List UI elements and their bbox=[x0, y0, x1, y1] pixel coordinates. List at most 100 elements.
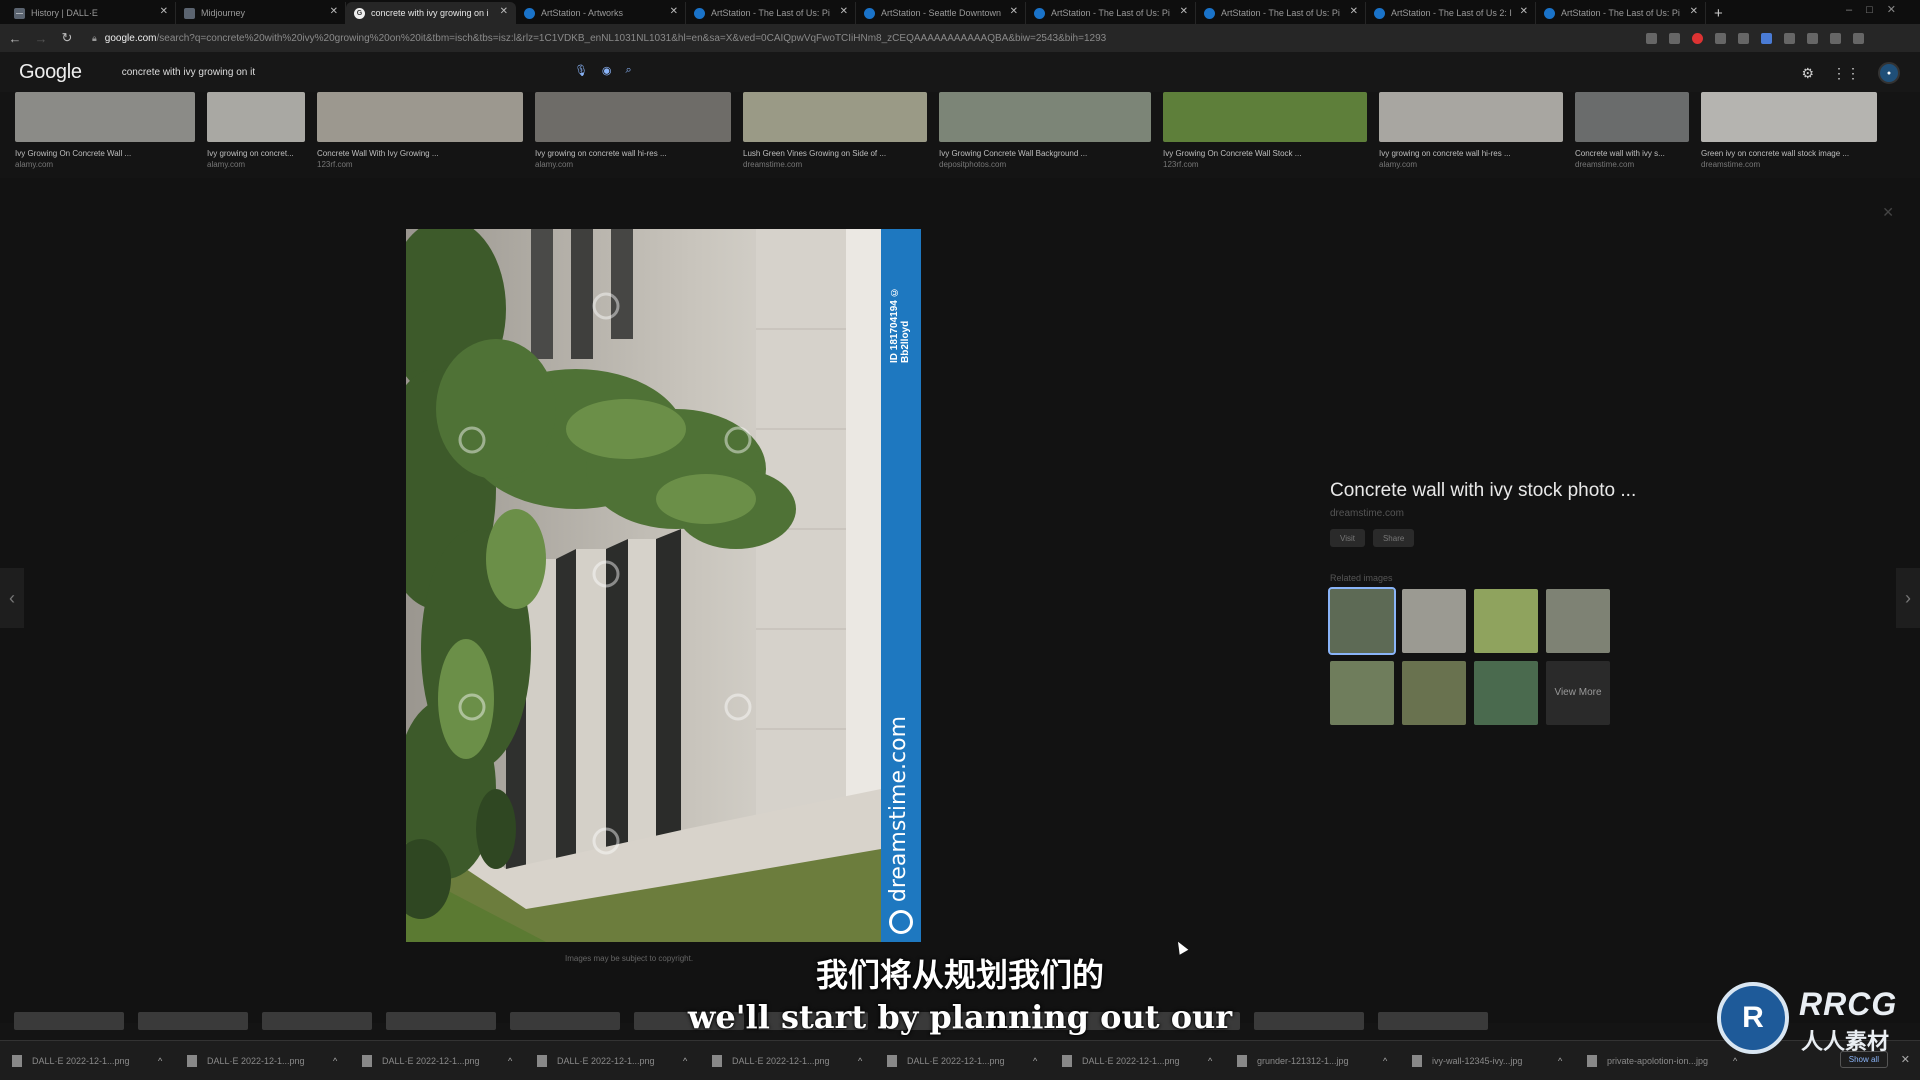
url-field[interactable]: 🔒︎ google.com/search?q=concrete%20with%2… bbox=[92, 28, 1632, 48]
download-item[interactable]: DALL·E 2022-12-1...png ^ bbox=[1062, 1054, 1237, 1067]
close-icon[interactable]: ✕ bbox=[1882, 204, 1894, 221]
related-image[interactable] bbox=[1328, 587, 1396, 655]
next-arrow-icon[interactable]: › bbox=[1896, 568, 1920, 628]
settings-gear-icon[interactable]: ⚙ bbox=[1801, 65, 1814, 82]
preview-image[interactable]: ID 181704194 © Bb2lloyd dreamstime.com bbox=[406, 229, 921, 942]
image-result[interactable]: Lush Green Vines Growing on Side of ... d… bbox=[743, 92, 927, 176]
view-more-button[interactable]: View More bbox=[1546, 661, 1610, 725]
tab-dalle[interactable]: — History | DALL·E ✕ bbox=[6, 2, 176, 24]
chevron-up-icon[interactable]: ^ bbox=[158, 1056, 162, 1066]
extension-blue-icon[interactable] bbox=[1761, 32, 1772, 44]
star-icon[interactable] bbox=[1669, 32, 1680, 44]
sidebar-icon[interactable] bbox=[1807, 32, 1818, 44]
chevron-up-icon[interactable]: ^ bbox=[1208, 1056, 1212, 1066]
close-icon[interactable]: ✕ bbox=[500, 6, 508, 17]
tab-artstation[interactable]: ArtStation - The Last of Us: Pi ✕ bbox=[1196, 2, 1366, 24]
image-result[interactable]: Ivy growing on concrete wall hi-res ... a… bbox=[1379, 92, 1563, 176]
preview-title[interactable]: Concrete wall with ivy stock photo ... bbox=[1330, 480, 1730, 502]
download-item[interactable]: DALL·E 2022-12-1...png ^ bbox=[187, 1054, 362, 1067]
download-item[interactable]: DALL·E 2022-12-1...png ^ bbox=[712, 1054, 887, 1067]
result-title[interactable]: Ivy growing on concrete wall hi-res ... bbox=[1379, 149, 1563, 158]
chevron-up-icon[interactable]: ^ bbox=[508, 1056, 512, 1066]
result-title[interactable]: Concrete Wall With Ivy Growing ... bbox=[317, 149, 523, 158]
result-title[interactable]: Lush Green Vines Growing on Side of ... bbox=[743, 149, 927, 158]
download-item[interactable]: DALL·E 2022-12-1...png ^ bbox=[887, 1054, 1062, 1067]
image-result[interactable]: Ivy Growing Concrete Wall Background ...… bbox=[939, 92, 1151, 176]
image-result[interactable]: Ivy Growing On Concrete Wall Stock ... 12… bbox=[1163, 92, 1367, 176]
extension-red-icon[interactable] bbox=[1692, 32, 1703, 44]
result-thumbnail[interactable] bbox=[317, 92, 523, 142]
avatar[interactable]: ● bbox=[1878, 62, 1900, 84]
related-image[interactable] bbox=[1474, 661, 1538, 725]
tab-artstation[interactable]: ArtStation - Seattle Downtown ✕ bbox=[856, 2, 1026, 24]
menu-dots-icon[interactable] bbox=[1853, 32, 1864, 44]
window-controls[interactable]: –□✕ bbox=[1846, 3, 1910, 16]
tab-artstation[interactable]: ArtStation - The Last of Us 2: I ✕ bbox=[1366, 2, 1536, 24]
close-icon[interactable]: ✕ bbox=[1350, 6, 1358, 17]
visit-button[interactable]: Visit bbox=[1330, 529, 1365, 547]
result-title[interactable]: Ivy Growing On Concrete Wall Stock ... bbox=[1163, 149, 1367, 158]
result-title[interactable]: Ivy growing on concrete wall hi-res ... bbox=[535, 149, 731, 158]
result-title[interactable]: Ivy Growing On Concrete Wall ... bbox=[15, 149, 195, 158]
close-icon[interactable]: ✕ bbox=[330, 6, 338, 17]
result-thumbnail[interactable] bbox=[743, 92, 927, 142]
result-title[interactable]: Ivy growing on concret... bbox=[207, 149, 305, 158]
related-image[interactable] bbox=[1474, 589, 1538, 653]
chevron-up-icon[interactable]: ^ bbox=[1383, 1056, 1387, 1066]
image-result[interactable]: Concrete wall with ivy s... dreamstime.co… bbox=[1575, 92, 1689, 176]
download-item[interactable]: ivy-wall-12345-ivy...jpg ^ bbox=[1412, 1054, 1587, 1067]
previous-arrow-icon[interactable]: ‹ bbox=[0, 568, 24, 628]
share-icon[interactable] bbox=[1646, 32, 1657, 44]
search-icon[interactable]: ⌕ bbox=[626, 64, 632, 77]
download-item[interactable]: grunder-121312-1...jpg ^ bbox=[1237, 1054, 1412, 1067]
download-item[interactable]: DALL·E 2022-12-1...png ^ bbox=[12, 1054, 187, 1067]
profile-icon[interactable] bbox=[1830, 32, 1841, 44]
download-item[interactable]: DALL·E 2022-12-1...png ^ bbox=[537, 1054, 712, 1067]
reload-icon[interactable]: ↻ bbox=[56, 30, 78, 46]
result-thumbnail[interactable] bbox=[1701, 92, 1877, 142]
close-icon[interactable]: ✕ bbox=[840, 6, 848, 17]
close-icon[interactable]: ✕ bbox=[1180, 6, 1188, 17]
new-tab-button[interactable]: + bbox=[1706, 5, 1731, 24]
chevron-up-icon[interactable]: ^ bbox=[1033, 1056, 1037, 1066]
extension-check-icon[interactable] bbox=[1715, 32, 1726, 44]
result-title[interactable]: Ivy Growing Concrete Wall Background ... bbox=[939, 149, 1151, 158]
image-result[interactable]: Green ivy on concrete wall stock image .… bbox=[1701, 92, 1877, 176]
result-thumbnail[interactable] bbox=[207, 92, 305, 142]
close-icon[interactable]: ✕ bbox=[1010, 6, 1018, 17]
result-thumbnail[interactable] bbox=[15, 92, 195, 142]
image-result[interactable]: Ivy growing on concrete wall hi-res ... a… bbox=[535, 92, 731, 176]
puzzle-icon[interactable] bbox=[1784, 32, 1795, 44]
download-item[interactable]: DALL·E 2022-12-1...png ^ bbox=[362, 1054, 537, 1067]
forward-arrow-icon[interactable]: → bbox=[30, 31, 52, 46]
tab-artstation[interactable]: ArtStation - The Last of Us: Pi ✕ bbox=[686, 2, 856, 24]
image-result[interactable]: Ivy growing on concret... alamy.com bbox=[207, 92, 305, 176]
lens-icon[interactable]: ◉ bbox=[602, 64, 612, 77]
tab-midjourney[interactable]: Midjourney ✕ bbox=[176, 2, 346, 24]
tab-google-search[interactable]: Gconcrete with ivy growing on i ✕ bbox=[346, 2, 516, 24]
image-result[interactable]: Ivy Growing On Concrete Wall ... alamy.co… bbox=[15, 92, 195, 176]
result-thumbnail[interactable] bbox=[1163, 92, 1367, 142]
preview-source[interactable]: dreamstime.com bbox=[1330, 508, 1730, 519]
result-thumbnail[interactable] bbox=[1575, 92, 1689, 142]
result-thumbnail[interactable] bbox=[1379, 92, 1563, 142]
apps-grid-icon[interactable]: ⋮⋮ bbox=[1832, 65, 1860, 82]
close-icon[interactable]: ✕ bbox=[160, 6, 168, 17]
result-title[interactable]: Concrete wall with ivy s... bbox=[1575, 149, 1689, 158]
share-button[interactable]: Share bbox=[1372, 529, 1415, 547]
result-thumbnail[interactable] bbox=[535, 92, 731, 142]
google-logo[interactable]: Google bbox=[19, 61, 82, 84]
close-icon[interactable]: ✕ bbox=[670, 6, 678, 17]
tab-artstation[interactable]: ArtStation - Artworks ✕ bbox=[516, 2, 686, 24]
result-thumbnail[interactable] bbox=[939, 92, 1151, 142]
close-icon[interactable]: ✕ bbox=[1520, 6, 1528, 17]
related-image[interactable] bbox=[1330, 661, 1394, 725]
related-image[interactable] bbox=[1546, 589, 1610, 653]
related-image[interactable] bbox=[1402, 661, 1466, 725]
close-icon[interactable]: ✕ bbox=[1690, 6, 1698, 17]
search-input[interactable] bbox=[121, 66, 542, 78]
chevron-up-icon[interactable]: ^ bbox=[858, 1056, 862, 1066]
microphone-icon[interactable]: 🎙︎ bbox=[574, 64, 588, 77]
chevron-up-icon[interactable]: ^ bbox=[333, 1056, 337, 1066]
result-title[interactable]: Green ivy on concrete wall stock image .… bbox=[1701, 149, 1877, 158]
